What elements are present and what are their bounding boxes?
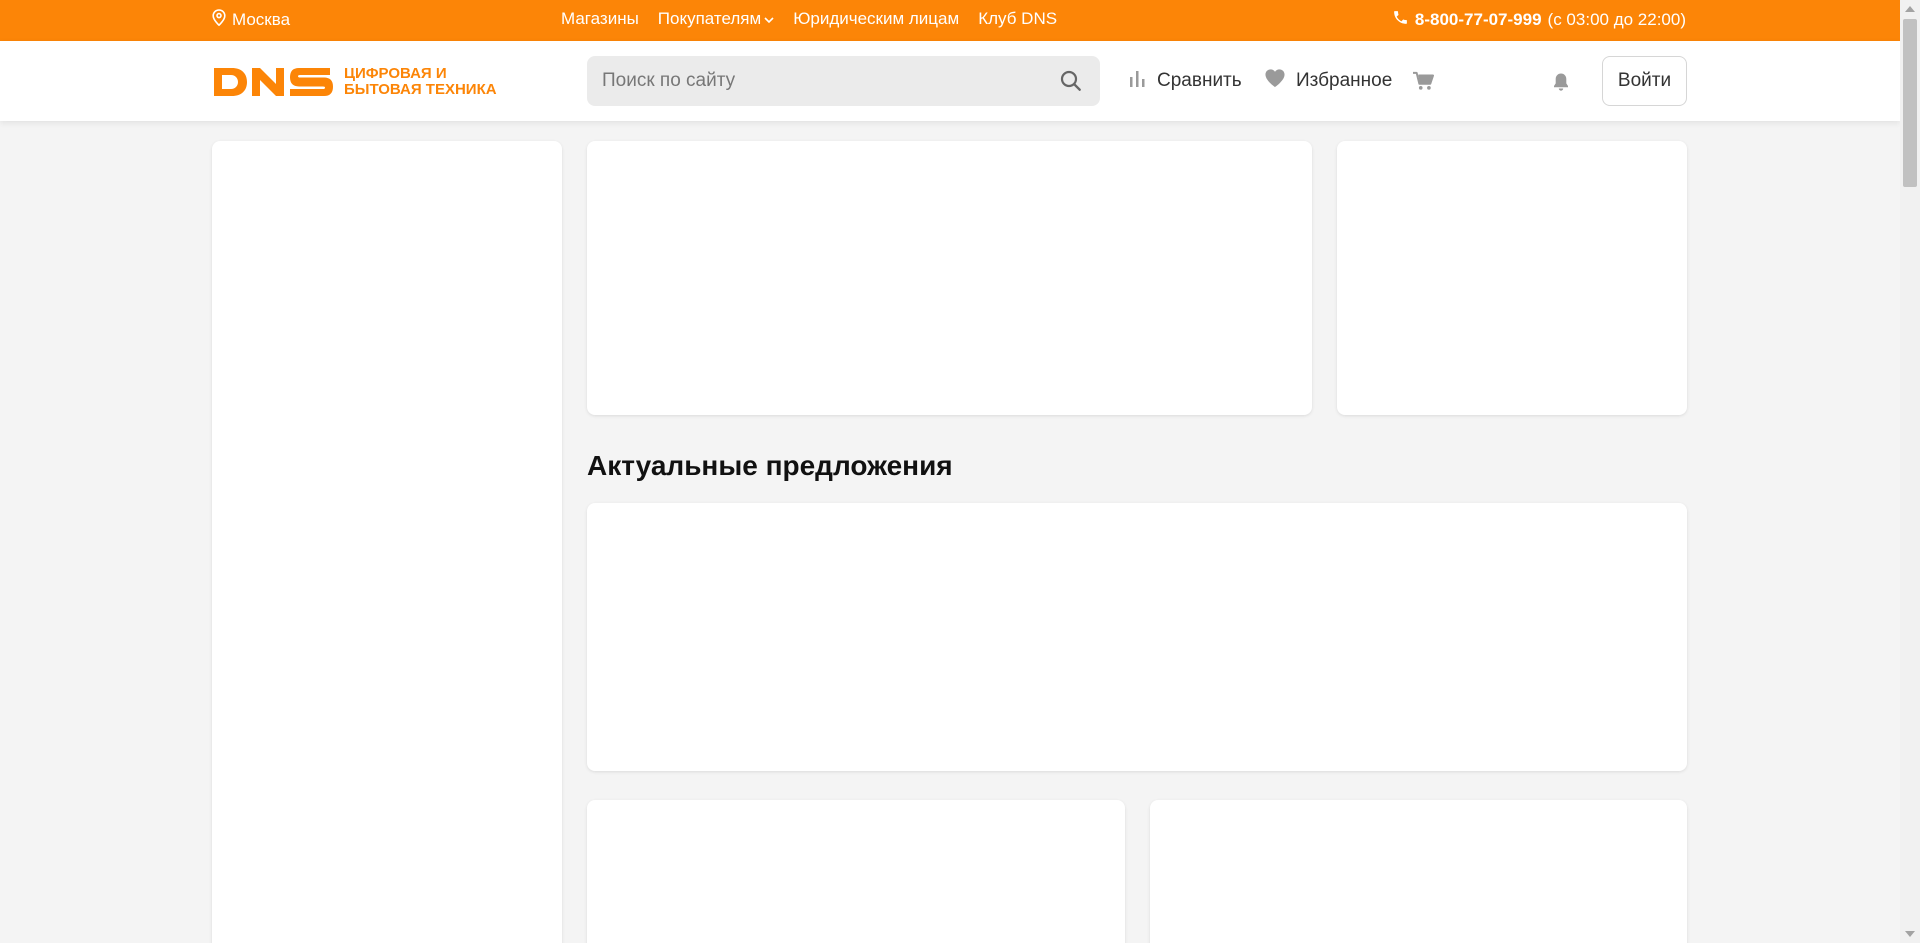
logo-tagline-line2: бытовая техника xyxy=(344,81,497,98)
favorites-label: Избранное xyxy=(1296,70,1393,91)
content-block-left[interactable] xyxy=(587,800,1125,943)
scroll-up-arrow[interactable] xyxy=(1905,6,1915,12)
phone-number: 8-800-77-07-999 xyxy=(1414,10,1542,29)
offers-section-title: Актуальные предложения xyxy=(587,450,953,481)
login-button[interactable]: Войти xyxy=(1602,56,1687,106)
compare-icon xyxy=(1127,68,1147,94)
promo-banner-main[interactable] xyxy=(587,141,1312,415)
top-bar: Москва Магазины Покупателям Юридическим … xyxy=(0,0,1900,41)
phone-contact[interactable]: 8-800-77-07-999 (с 03:00 до 22:00) xyxy=(1392,9,1686,31)
cart-icon xyxy=(1412,71,1434,97)
location-pin-icon xyxy=(212,9,226,31)
promo-banner-side[interactable] xyxy=(1337,141,1687,415)
dns-logo-mark xyxy=(214,68,333,96)
phone-icon xyxy=(1392,9,1409,31)
compare-button[interactable]: Сравнить xyxy=(1127,68,1242,94)
nav-customers[interactable]: Покупателям xyxy=(658,9,774,29)
logo-tagline-line1: Цифровая и xyxy=(344,65,447,82)
chevron-down-icon xyxy=(764,9,774,29)
search-input[interactable] xyxy=(587,56,1056,106)
city-name: Москва xyxy=(232,10,291,29)
main-header: Цифровая и бытовая техника Сравнить Избр… xyxy=(0,41,1900,121)
nav-club-dns[interactable]: Клуб DNS xyxy=(978,9,1057,29)
compare-label: Сравнить xyxy=(1157,70,1242,91)
content-block-right[interactable] xyxy=(1150,800,1687,943)
heart-icon xyxy=(1264,68,1286,94)
logo-tagline: Цифровая и бытовая техника xyxy=(344,66,497,98)
bell-icon xyxy=(1552,72,1570,98)
notifications-button[interactable] xyxy=(1552,72,1570,98)
nav-stores[interactable]: Магазины xyxy=(561,9,639,29)
page-scrollbar[interactable] xyxy=(1900,0,1920,943)
top-nav: Магазины Покупателям Юридическим лицам К… xyxy=(561,9,1057,29)
cart-button[interactable] xyxy=(1412,71,1434,97)
scroll-down-arrow[interactable] xyxy=(1905,931,1915,937)
scrollbar-thumb[interactable] xyxy=(1903,19,1917,187)
nav-legal-entities[interactable]: Юридическим лицам xyxy=(793,9,959,29)
search-icon[interactable] xyxy=(1056,66,1086,96)
favorites-button[interactable]: Избранное xyxy=(1264,68,1392,94)
phone-hours: (с 03:00 до 22:00) xyxy=(1547,10,1686,29)
search-bar xyxy=(587,56,1100,106)
nav-customers-label: Покупателям xyxy=(657,9,762,28)
catalog-sidebar xyxy=(212,141,562,943)
dns-logo[interactable]: Цифровая и бытовая техника xyxy=(212,65,497,99)
city-selector[interactable]: Москва xyxy=(212,9,290,31)
offers-carousel[interactable] xyxy=(587,503,1687,771)
